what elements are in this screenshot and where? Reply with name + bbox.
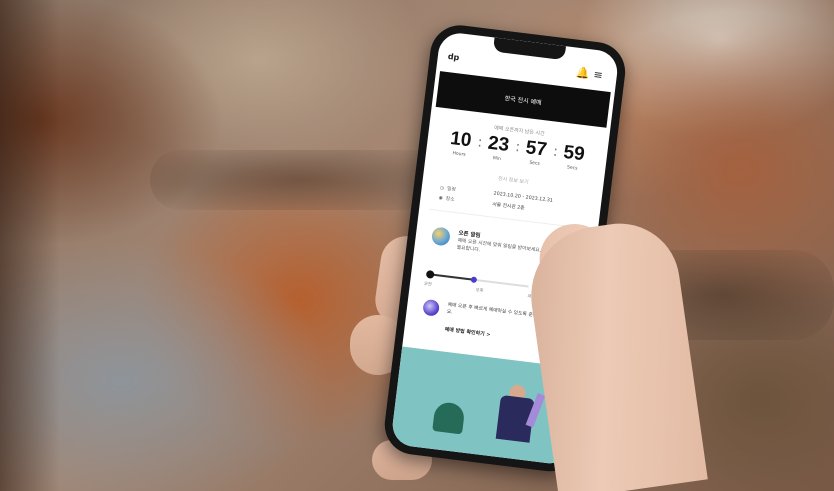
slider-label-left: 오전 bbox=[423, 280, 433, 287]
countdown-minutes-label: Min bbox=[492, 156, 502, 163]
countdown-centis-label: Secs bbox=[566, 165, 578, 172]
countdown-seconds: 57 Secs bbox=[517, 137, 554, 168]
countdown-centis-value: 59 bbox=[562, 141, 586, 166]
countdown-seconds-value: 57 bbox=[524, 137, 549, 161]
slider-label-mid: 오후 bbox=[475, 287, 484, 294]
countdown-minutes-value: 23 bbox=[486, 132, 511, 156]
countdown-hours-value: 10 bbox=[449, 127, 473, 152]
countdown-minutes: 23 Min bbox=[480, 133, 517, 164]
plant-illustration bbox=[432, 401, 466, 435]
bell-icon[interactable]: 🔔 bbox=[575, 66, 594, 81]
app-logo[interactable]: dp bbox=[447, 52, 459, 62]
slider-fill bbox=[429, 273, 475, 281]
menu-icon[interactable]: ≡ bbox=[593, 68, 608, 83]
globe-icon bbox=[430, 226, 451, 247]
info-key: 장소 bbox=[445, 196, 455, 203]
brick-wall-shadow bbox=[150, 150, 450, 210]
info-key: 일정 bbox=[446, 186, 457, 193]
countdown-hours: 10 Hours bbox=[442, 128, 479, 159]
header-icons: 🔔≡ bbox=[575, 66, 607, 83]
card-link[interactable]: 예매 방법 확인하기 > bbox=[444, 326, 491, 339]
calendar-icon: ◷ bbox=[439, 185, 445, 191]
slider-knob-start[interactable] bbox=[425, 269, 435, 279]
blur-wood-left bbox=[0, 0, 60, 491]
slider-knob[interactable] bbox=[470, 276, 478, 284]
location-icon: ◉ bbox=[438, 195, 444, 201]
avatar-icon bbox=[422, 298, 441, 317]
banner-text: 한국 전시 예매 bbox=[504, 94, 542, 107]
countdown-hours-label: Hours bbox=[452, 151, 466, 158]
countdown-centis: 59 Secs bbox=[555, 142, 592, 173]
countdown-seconds-label: Secs bbox=[528, 160, 540, 167]
